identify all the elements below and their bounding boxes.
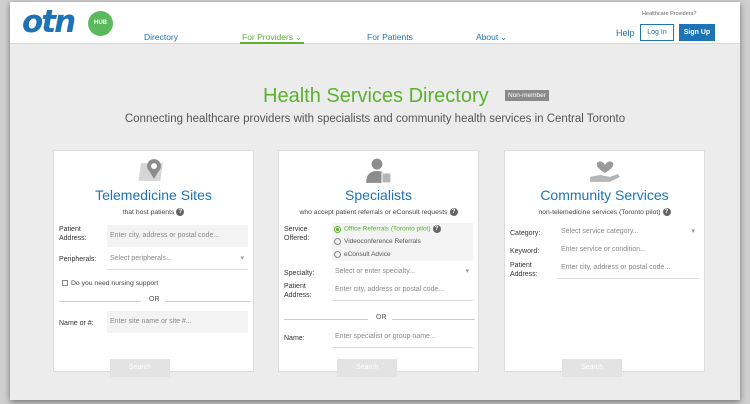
nav-directory[interactable]: Directory <box>144 32 178 42</box>
nav-about-label: About <box>476 32 499 42</box>
telemedicine-card: Telemedicine Sites that host patients? P… <box>53 150 254 372</box>
telemedicine-search-button[interactable]: Search <box>110 359 170 377</box>
or-divider: OR <box>59 296 250 306</box>
nav-about[interactable]: About ⌄ <box>476 32 507 42</box>
nav-for-patients-label: For Patients <box>367 32 413 42</box>
chevron-down-icon: ⌄ <box>500 33 507 42</box>
telemedicine-subtitle-text: that host patients <box>122 208 175 216</box>
help-icon[interactable]: ? <box>432 225 441 233</box>
divider-line <box>284 319 368 320</box>
specialty-label: Specialty: <box>284 270 315 277</box>
specialists-search-button[interactable]: Search <box>337 359 397 377</box>
radio-label: Office Referrals (Toronto pilot) <box>344 225 431 233</box>
or-label: OR <box>376 314 387 321</box>
telemedicine-title: Telemedicine Sites <box>95 187 212 203</box>
community-subtitle: non-telemedicine services (Toronto pilot… <box>505 208 704 216</box>
signup-button[interactable]: Sign Up <box>679 24 715 41</box>
divider-line <box>165 301 250 302</box>
radio-selected-icon <box>334 225 341 233</box>
help-icon[interactable]: ? <box>449 208 458 216</box>
doctor-icon <box>366 158 392 184</box>
community-search-button[interactable]: Search <box>562 359 622 377</box>
divider-line <box>59 301 141 302</box>
help-link[interactable]: Help <box>616 28 635 38</box>
page-subtitle: Connecting healthcare providers with spe… <box>124 113 626 125</box>
top-header: otn HUB Directory For Providers ⌄ For Pat… <box>10 2 740 44</box>
hub-badge: HUB <box>88 11 113 36</box>
nav-directory-label: Directory <box>144 32 179 42</box>
community-card: Community Services non-telemedicine serv… <box>504 150 705 372</box>
or-label: OR <box>149 296 160 303</box>
peripherals-select[interactable]: Select peripherals... <box>107 248 248 270</box>
name-label: Name or #: <box>59 320 94 327</box>
specialists-subtitle-text: who accept patient referrals or eConsult… <box>299 208 448 216</box>
hand-heart-icon <box>590 161 620 182</box>
checkbox-icon <box>62 280 68 287</box>
non-member-badge: Non-member <box>505 90 549 101</box>
radio-videoconference[interactable]: Videoconference Referrals <box>334 238 421 245</box>
patient-address-label: Patient Address: <box>510 262 538 278</box>
patient-address-label: Patient Address: <box>59 226 87 242</box>
specialist-name-input[interactable]: Enter specialist or group name... <box>332 326 473 348</box>
nav-for-patients[interactable]: For Patients <box>367 32 413 42</box>
radio-econsult[interactable]: eConsult Advice <box>334 251 391 258</box>
category-label: Category: <box>510 230 541 237</box>
nursing-support-checkbox[interactable]: Do you need nursing support <box>62 280 158 287</box>
logo-text: otn <box>22 4 76 40</box>
site-name-input[interactable]: Enter site name or site #... <box>107 311 248 333</box>
patient-address-input[interactable]: Enter city, address or postal code... <box>107 225 248 247</box>
patient-address-label: Patient Address: <box>284 283 312 299</box>
specialists-card: Specialists who accept patient referrals… <box>278 150 479 372</box>
radio-office-referrals[interactable]: Office Referrals (Toronto pilot)? <box>334 225 441 233</box>
keyword-label: Keyword: <box>510 248 540 255</box>
service-offered-label: Service Offered: <box>284 226 310 242</box>
divider-line <box>392 319 475 320</box>
name-label: Name: <box>284 335 305 342</box>
nursing-support-label: Do you need nursing support <box>71 280 159 287</box>
radio-label: Videoconference Referrals <box>344 238 421 246</box>
patient-address-input[interactable]: Enter city, address or postal code... <box>332 279 473 301</box>
radio-label: eConsult Advice <box>344 251 391 259</box>
peripherals-label: Peripherals: <box>59 256 97 263</box>
login-button[interactable]: Log In <box>640 24 674 41</box>
patient-address-input[interactable]: Enter city, address or postal code... <box>558 257 699 279</box>
otn-logo[interactable]: otn HUB <box>22 4 113 40</box>
browser-frame: otn HUB Directory For Providers ⌄ For Pat… <box>10 2 740 400</box>
map-pin-icon <box>138 159 163 181</box>
nav-for-providers[interactable]: For Providers ⌄ <box>240 32 304 44</box>
chevron-down-icon: ⌄ <box>295 33 302 42</box>
radio-icon <box>334 238 341 245</box>
telemedicine-subtitle: that host patients? <box>54 208 253 216</box>
help-icon[interactable]: ? <box>176 208 185 216</box>
nav-for-providers-label: For Providers <box>242 32 294 42</box>
community-title: Community Services <box>540 187 669 203</box>
page-title: Health Services Directory <box>263 85 489 107</box>
community-subtitle-text: non-telemedicine services (Toronto pilot… <box>538 208 661 216</box>
specialists-title: Specialists <box>345 187 412 203</box>
or-divider: OR <box>284 314 475 324</box>
radio-icon <box>334 251 341 258</box>
specialists-subtitle: who accept patient referrals or eConsult… <box>279 208 478 216</box>
help-icon[interactable]: ? <box>662 208 671 216</box>
providers-prompt: Healthcare Providers? <box>642 11 697 17</box>
